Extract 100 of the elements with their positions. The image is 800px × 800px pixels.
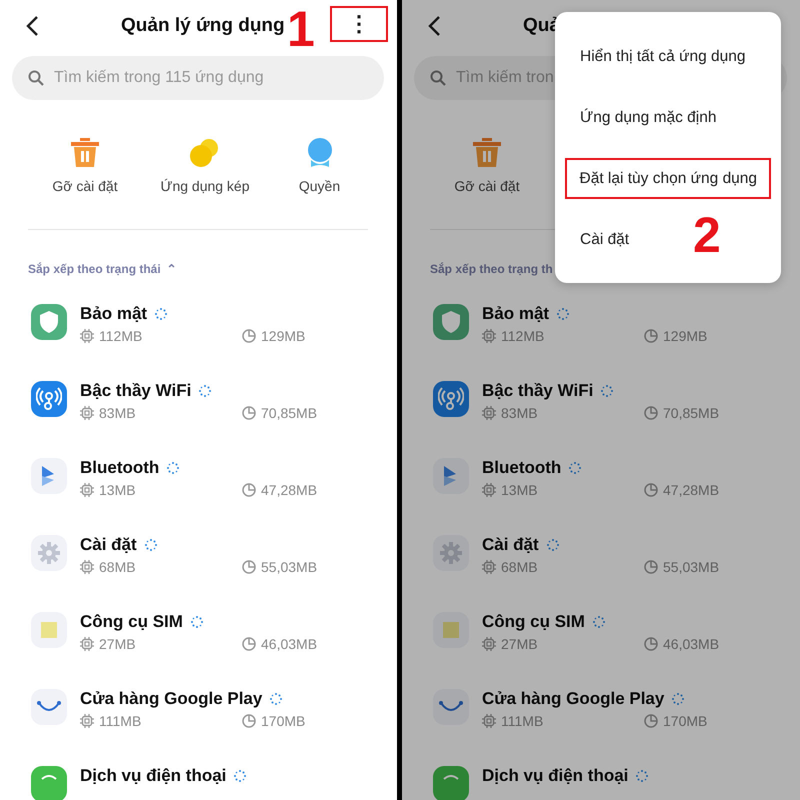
app-icon — [31, 458, 67, 494]
shortcut-label[interactable]: Quyền — [298, 178, 340, 194]
storage-size: 129MB — [261, 328, 306, 344]
pie-icon — [644, 483, 658, 497]
app-icon — [433, 304, 469, 340]
app-name[interactable]: Bảo mật — [482, 304, 550, 324]
storage-size: 55,03MB — [663, 559, 720, 575]
app-name[interactable]: Cài đặt — [80, 535, 137, 555]
menu-item[interactable]: Cài đặt — [565, 219, 630, 260]
memory-size: 27MB — [99, 636, 136, 652]
pie-icon — [242, 483, 256, 497]
pie-icon — [644, 560, 658, 574]
search-icon — [28, 70, 44, 86]
memory-size: 68MB — [99, 559, 136, 575]
pie-icon — [644, 637, 658, 651]
chip-icon — [80, 406, 94, 420]
app-name[interactable]: Bluetooth — [80, 458, 160, 478]
storage-size: 170MB — [261, 713, 306, 729]
loading-icon — [144, 539, 157, 551]
chip-icon — [80, 714, 94, 728]
shortcut-label[interactable]: Ứng dụng kép — [160, 178, 250, 194]
storage-size: 70,85MB — [663, 405, 720, 421]
chip-icon — [482, 637, 496, 651]
memory-size: 112MB — [99, 328, 142, 344]
storage-size: 70,85MB — [261, 405, 318, 421]
shortcut-label[interactable]: Gỡ cài đặt — [52, 178, 118, 194]
trash-icon[interactable] — [71, 138, 99, 168]
chip-icon — [80, 329, 94, 343]
pie-icon — [242, 560, 256, 574]
sort-caret[interactable]: ⌃ — [166, 262, 177, 276]
app-name[interactable]: Bậc thầy WiFi — [80, 381, 192, 401]
loading-icon — [592, 616, 605, 628]
menu-item[interactable]: Đặt lại tùy chọn ứng dụng — [565, 158, 771, 199]
back-icon[interactable] — [427, 15, 441, 37]
more-button[interactable]: ⋮ — [330, 6, 388, 42]
pie-icon — [644, 406, 658, 420]
app-icon — [433, 689, 469, 725]
trash-icon[interactable] — [473, 138, 501, 168]
loading-icon — [270, 693, 282, 705]
pie-icon — [242, 637, 256, 651]
memory-size: 83MB — [501, 405, 538, 421]
chip-icon — [482, 483, 496, 497]
memory-size: 111MB — [99, 713, 142, 729]
app-icon — [433, 381, 469, 417]
app-name[interactable]: Bluetooth — [482, 458, 562, 478]
loading-icon — [546, 539, 559, 551]
app-icon — [433, 612, 469, 648]
app-name[interactable]: Bậc thầy WiFi — [482, 381, 594, 401]
dual-circle-icon[interactable] — [190, 138, 220, 168]
app-name[interactable]: Cửa hàng Google Play — [80, 689, 262, 709]
loading-icon — [636, 770, 648, 782]
app-icon — [31, 535, 67, 571]
app-icon — [31, 304, 67, 340]
storage-size: 170MB — [663, 713, 708, 729]
storage-size: 46,03MB — [663, 636, 720, 652]
app-name[interactable]: Cài đặt — [482, 535, 539, 555]
pie-icon — [644, 329, 658, 343]
memory-size: 112MB — [501, 328, 544, 344]
memory-size: 83MB — [99, 405, 136, 421]
search-icon — [430, 70, 446, 86]
memory-size: 13MB — [99, 482, 136, 498]
app-name[interactable]: Dịch vụ điện thoại — [80, 766, 226, 786]
storage-size: 129MB — [663, 328, 708, 344]
loading-icon — [672, 693, 684, 705]
loading-icon — [199, 385, 212, 397]
loading-icon — [190, 616, 203, 628]
chip-icon — [482, 406, 496, 420]
app-name[interactable]: Dịch vụ điện thoại — [482, 766, 628, 786]
chip-icon — [482, 714, 496, 728]
app-name[interactable]: Công cụ SIM — [80, 612, 183, 632]
chip-icon — [80, 637, 94, 651]
menu-item[interactable]: Ứng dụng mặc định — [565, 97, 716, 138]
app-icon — [31, 381, 67, 417]
app-icon — [433, 458, 469, 494]
loading-icon — [601, 385, 614, 397]
loading-icon — [557, 308, 570, 320]
step-number: 2 — [693, 210, 721, 260]
back-icon[interactable] — [25, 15, 39, 37]
memory-size: 68MB — [501, 559, 538, 575]
person-icon[interactable] — [306, 138, 332, 168]
sort-label[interactable]: Sắp xếp theo trạng thái — [28, 262, 161, 276]
storage-size: 55,03MB — [261, 559, 318, 575]
shortcut-label[interactable]: Gỡ cài đặt — [454, 178, 520, 194]
chip-icon — [482, 560, 496, 574]
pie-icon — [242, 329, 256, 343]
app-name[interactable]: Công cụ SIM — [482, 612, 585, 632]
pie-icon — [644, 714, 658, 728]
memory-size: 13MB — [501, 482, 538, 498]
chip-icon — [80, 483, 94, 497]
app-name[interactable]: Bảo mật — [80, 304, 148, 324]
search-field[interactable]: Tìm kiếm trong 115 ứng dụng — [12, 56, 384, 100]
chip-icon — [482, 329, 496, 343]
menu-item[interactable]: Hiển thị tất cả ứng dụng — [565, 36, 746, 77]
loading-icon — [569, 462, 582, 474]
storage-size: 47,28MB — [663, 482, 720, 498]
loading-icon — [167, 462, 180, 474]
storage-size: 47,28MB — [261, 482, 318, 498]
pie-icon — [242, 406, 256, 420]
loading-icon — [234, 770, 246, 782]
app-name[interactable]: Cửa hàng Google Play — [482, 689, 664, 709]
